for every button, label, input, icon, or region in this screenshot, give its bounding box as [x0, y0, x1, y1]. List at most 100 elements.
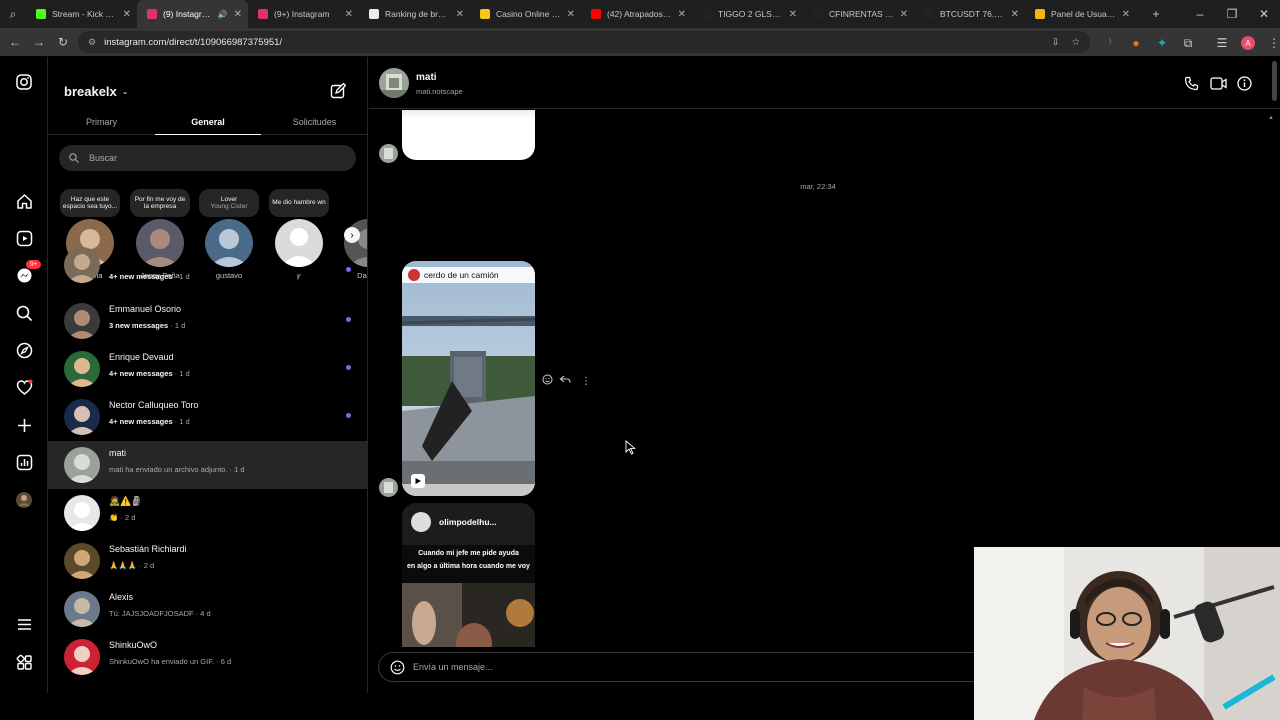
notifications-heart-icon[interactable]: [14, 377, 34, 397]
profile-avatar[interactable]: A: [1236, 31, 1260, 55]
react-emoji-icon[interactable]: [542, 372, 553, 390]
conversation-info-icon[interactable]: [1237, 76, 1252, 96]
conversation-name: Nector Calluqueo Toro: [109, 400, 199, 410]
conversation-name: mati: [109, 448, 127, 458]
browser-tab[interactable]: CFINRENTAS 2.31 ✕: [803, 0, 914, 28]
threads-apps-icon[interactable]: [14, 652, 34, 672]
more-options-icon[interactable]: ⋮: [581, 376, 591, 387]
bookmark-star-icon[interactable]: ☆: [1071, 37, 1080, 48]
conversation-item[interactable]: Enrique Devaud 4+ new messages · 1 d: [48, 345, 367, 393]
tab-general[interactable]: General: [155, 109, 261, 135]
conversation-item[interactable]: ShinkuOwO ShinkuOwO ha enviado un GIF. · …: [48, 633, 367, 681]
forward-icon[interactable]: →: [27, 30, 51, 54]
tab-close-icon[interactable]: ✕: [456, 9, 464, 20]
account-switcher[interactable]: breakelx ⌄: [64, 84, 128, 99]
create-plus-icon[interactable]: [14, 415, 34, 435]
close-window-icon[interactable]: ✕: [1248, 2, 1280, 26]
reel-play-icon[interactable]: [411, 474, 425, 488]
search-input[interactable]: Buscar: [59, 145, 356, 171]
tab-solicitudes[interactable]: Solicitudes: [261, 109, 367, 135]
message-actions: ⋮: [542, 372, 591, 390]
explore-icon[interactable]: [14, 340, 34, 360]
dashboard-icon[interactable]: [14, 452, 34, 472]
profile-avatar-nav[interactable]: [14, 490, 34, 510]
conversation-name: Enrique Devaud: [109, 352, 174, 362]
messages-badge: 9+: [26, 260, 42, 269]
unread-dot: [346, 317, 351, 322]
conversation-avatar: [64, 447, 100, 483]
conversation-item[interactable]: Alexis Tú: JAJSJOADFJOSADF · 4 d: [48, 585, 367, 633]
conversation-avatar: [64, 247, 100, 283]
search-icon[interactable]: [14, 303, 34, 323]
tab-search-icon[interactable]: ⌕: [0, 2, 26, 26]
browser-tab[interactable]: Stream - Kick Dashboard ✕: [26, 0, 137, 28]
tab-close-icon[interactable]: ✕: [678, 9, 686, 20]
conversation-item[interactable]: Sebastián Richiardi 🙏🙏🙏 · 2 d: [48, 537, 367, 585]
post-message[interactable]: olimpodelhu... Cuando mi jefe me pide ay…: [402, 503, 535, 647]
page-scrollbar[interactable]: [1271, 57, 1279, 109]
reel-source-icon: [408, 269, 420, 281]
install-app-icon[interactable]: ⇩: [1052, 37, 1060, 48]
extension-tool-icon[interactable]: ✦: [1150, 31, 1174, 55]
browser-menu-icon[interactable]: ⋮: [1262, 31, 1280, 55]
restore-icon[interactable]: ❐: [1216, 2, 1248, 26]
reply-icon[interactable]: [559, 372, 571, 390]
sender-avatar: [379, 478, 398, 497]
messages-icon[interactable]: 9+: [14, 260, 42, 285]
tab-close-icon[interactable]: ✕: [789, 9, 797, 20]
tab-primary[interactable]: Primary: [48, 109, 155, 135]
tab-close-icon[interactable]: ✕: [345, 9, 353, 20]
emoji-picker-icon[interactable]: [390, 660, 405, 677]
tab-close-icon[interactable]: ✕: [900, 9, 908, 20]
conversation-name: Alexis: [109, 592, 134, 602]
extension-fox-icon[interactable]: ●: [1124, 31, 1148, 55]
browser-tab[interactable]: Ranking de breakelx ✕: [359, 0, 470, 28]
notes-next-chevron-icon[interactable]: ›: [344, 227, 360, 243]
new-message-icon[interactable]: [330, 82, 347, 104]
conversation-name: ShinkuOwO: [109, 640, 158, 650]
browser-tab[interactable]: Casino Online Mexico ✕: [470, 0, 581, 28]
video-call-icon[interactable]: [1210, 76, 1227, 96]
home-icon[interactable]: [14, 191, 34, 211]
instagram-logo-icon[interactable]: [14, 72, 34, 92]
minimize-icon[interactable]: –: [1184, 2, 1216, 26]
browser-tab[interactable]: (42) Atrapados 13 ✕: [581, 0, 692, 28]
conversation-item[interactable]: mati mati ha enviado un archivo adjunto. …: [48, 441, 367, 489]
post-account-name[interactable]: olimpodelhu...: [439, 517, 497, 527]
conversation-item[interactable]: Nector Calluqueo Toro 4+ new messages · 1…: [48, 393, 367, 441]
conversation-preview: 🙏🙏🙏 · 2 d: [109, 561, 155, 570]
browser-tab[interactable]: TIGGO 2 GLS CVT ✕: [692, 0, 803, 28]
extension-icon[interactable]: ⁾: [1098, 31, 1122, 55]
conversation-item[interactable]: Emmanuel Osorio 3 new messages · 1 d: [48, 297, 367, 345]
composer-placeholder: Envía un mensaje...: [413, 662, 493, 672]
tab-close-icon[interactable]: ✕: [567, 9, 575, 20]
conversation-item[interactable]: 4+ new messages · 1 d: [48, 247, 367, 287]
more-menu-icon[interactable]: [14, 614, 34, 634]
extensions-puzzle-icon[interactable]: ⧉: [1176, 31, 1200, 55]
back-icon[interactable]: ←: [3, 30, 27, 54]
address-bar[interactable]: ⚙ instagram.com/direct/t/109066987375951…: [78, 31, 1090, 53]
tab-close-icon[interactable]: ✕: [234, 9, 242, 20]
browser-tab[interactable]: Panel de Usuario ✕: [1025, 0, 1136, 28]
reel-message[interactable]: cerdo de un camión: [402, 261, 535, 496]
note-bubble: Me dio hambre wn: [269, 189, 329, 217]
tab-title: Panel de Usuario: [1051, 9, 1116, 19]
reload-icon[interactable]: ↻: [51, 30, 75, 54]
media-message[interactable]: [402, 110, 535, 160]
reading-list-icon[interactable]: ☰: [1210, 31, 1234, 55]
conversation-item[interactable]: 🧟⚠️🗿 👏 · 2 d: [48, 489, 367, 537]
chat-name[interactable]: mati: [416, 72, 437, 83]
site-info-icon[interactable]: ⚙: [88, 37, 96, 48]
browser-tab[interactable]: (9) Instagram 🔊 ✕: [137, 0, 248, 28]
reels-icon[interactable]: [14, 228, 34, 248]
browser-tab[interactable]: BTCUSDT 76.327, ✕: [914, 0, 1025, 28]
tab-audio-icon[interactable]: 🔊: [218, 10, 228, 19]
tab-close-icon[interactable]: ✕: [1122, 9, 1130, 20]
audio-call-icon[interactable]: [1184, 76, 1199, 96]
browser-tab[interactable]: (9+) Instagram ✕: [248, 0, 359, 28]
tab-close-icon[interactable]: ✕: [1011, 9, 1019, 20]
conversation-preview: 👏 · 2 d: [109, 513, 136, 522]
tab-close-icon[interactable]: ✕: [123, 9, 131, 20]
chat-avatar[interactable]: [379, 68, 409, 98]
new-tab-button[interactable]: +: [1144, 2, 1168, 26]
